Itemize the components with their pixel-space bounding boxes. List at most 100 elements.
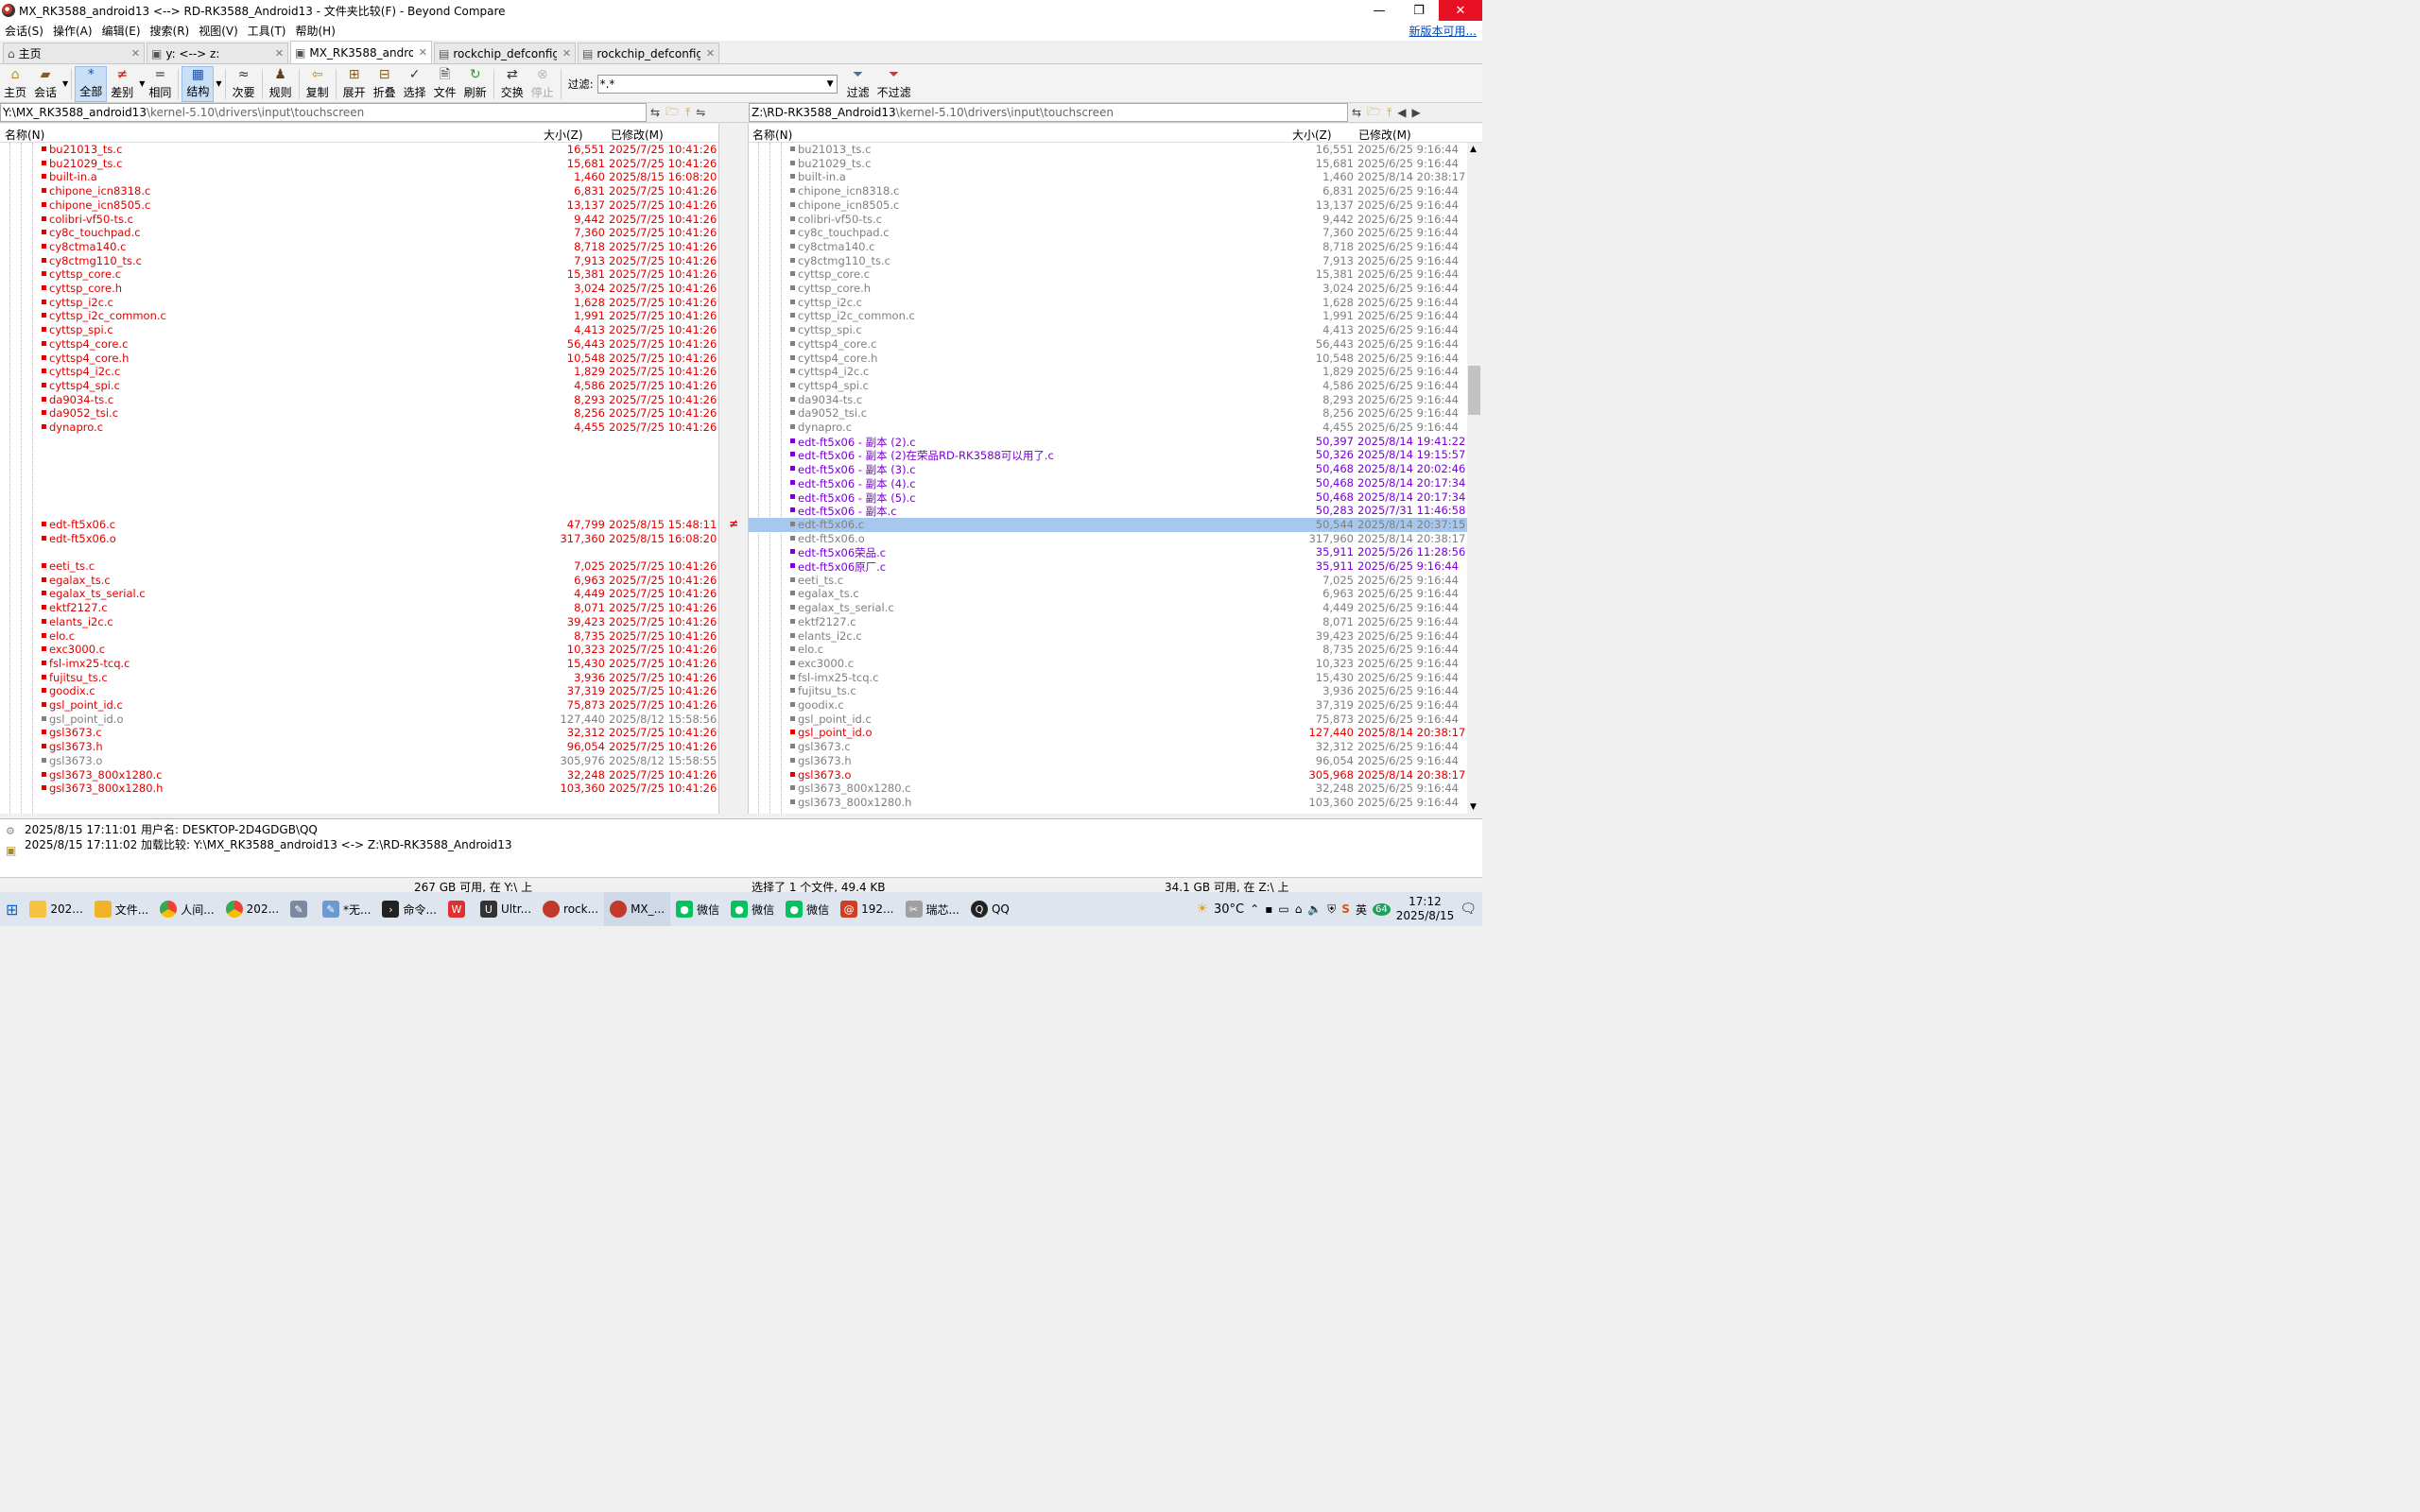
file-row[interactable]: cyttsp4_core.h 10,548 2025/6/25 9:16:44: [749, 352, 1467, 366]
taskbar-item[interactable]: › 命令...: [376, 892, 441, 926]
ime-icon[interactable]: S: [1341, 902, 1350, 916]
menu-help[interactable]: 帮助(H): [291, 23, 340, 39]
notification-icon[interactable]: 🗨: [1460, 902, 1477, 917]
file-row[interactable]: cyttsp_core.h 3,024 2025/7/25 10:41:26: [0, 282, 718, 296]
show-same-button[interactable]: = 相同: [145, 66, 175, 102]
file-row[interactable]: edt-ft5x06 - 副本 (4).c 50,468 2025/8/14 20:…: [749, 476, 1467, 490]
file-row[interactable]: edt-ft5x06荣品.c 35,911 2025/5/26 11:28:56: [749, 545, 1467, 559]
files-button[interactable]: 🗎 文件: [430, 66, 460, 102]
file-row[interactable]: edt-ft5x06 - 副本.c 50,283 2025/7/31 11:46:5…: [749, 504, 1467, 518]
file-row[interactable]: elants_i2c.c 39,423 2025/6/25 9:16:44: [749, 629, 1467, 644]
left-col-name[interactable]: 名称(N): [5, 127, 44, 143]
taskbar-item[interactable]: 人间...: [154, 892, 219, 926]
tab-mx-rk3588[interactable]: ▣ MX_RK3588_androi... ✕: [290, 41, 432, 63]
file-row[interactable]: exc3000.c 10,323 2025/6/25 9:16:44: [749, 657, 1467, 671]
file-row[interactable]: edt-ft5x06.o 317,360 2025/8/15 16:08:20: [0, 532, 718, 546]
tab-home[interactable]: ⌂ 主页 ✕: [3, 43, 145, 63]
file-row[interactable]: fsl-imx25-tcq.c 15,430 2025/7/25 10:41:26: [0, 657, 718, 671]
session-dropdown-arrow[interactable]: ▼: [62, 79, 68, 88]
file-row[interactable]: gsl3673_800x1280.c 32,248 2025/6/25 9:16:4…: [749, 782, 1467, 796]
ime-language[interactable]: 英: [1356, 902, 1367, 918]
file-row[interactable]: goodix.c 37,319 2025/6/25 9:16:44: [749, 698, 1467, 713]
file-row[interactable]: edt-ft5x06 - 副本 (5).c 50,468 2025/8/14 20:…: [749, 490, 1467, 505]
menu-edit[interactable]: 编辑(E): [97, 23, 146, 39]
file-row[interactable]: gsl3673.h 96,054 2025/7/25 10:41:26: [0, 740, 718, 754]
file-row[interactable]: da9052_tsi.c 8,256 2025/7/25 10:41:26: [0, 406, 718, 421]
taskbar-item[interactable]: ● 微信: [725, 892, 780, 926]
taskbar-item[interactable]: 文件...: [89, 892, 154, 926]
file-row[interactable]: edt-ft5x06.o 317,960 2025/8/14 20:38:17: [749, 532, 1467, 546]
file-row[interactable]: cyttsp_i2c.c 1,628 2025/6/25 9:16:44: [749, 296, 1467, 310]
menu-view[interactable]: 视图(V): [194, 23, 243, 39]
swap-button[interactable]: ⇄ 交换: [497, 66, 527, 102]
file-row[interactable]: ektf2127.c 8,071 2025/7/25 10:41:26: [0, 601, 718, 615]
vertical-scrollbar[interactable]: ▲ ▼: [1467, 143, 1482, 814]
file-row[interactable]: eeti_ts.c 7,025 2025/7/25 10:41:26: [0, 559, 718, 574]
close-icon[interactable]: ✕: [706, 47, 715, 60]
home-button[interactable]: ⌂ 主页: [0, 66, 30, 102]
scroll-up-arrow[interactable]: ▲: [1470, 145, 1477, 154]
file-row[interactable]: cyttsp4_spi.c 4,586 2025/6/25 9:16:44: [749, 379, 1467, 393]
show-all-button[interactable]: * 全部: [75, 65, 108, 102]
close-icon[interactable]: ✕: [275, 47, 284, 60]
scroll-thumb[interactable]: [1468, 366, 1480, 415]
tab-rockchip-defconfig-2[interactable]: ▤ rockchip_defconfig ... ✕: [578, 43, 719, 63]
file-row[interactable]: gsl3673.o 305,976 2025/8/12 15:58:55: [0, 754, 718, 768]
tray-badge[interactable]: 64: [1372, 902, 1391, 916]
file-row[interactable]: elo.c 8,735 2025/7/25 10:41:26: [0, 629, 718, 644]
filter-button[interactable]: ⏷ 过滤: [843, 66, 873, 102]
up-folder-icon[interactable]: ⤒: [1387, 106, 1392, 120]
file-row[interactable]: bu21029_ts.c 15,681 2025/6/25 9:16:44: [749, 157, 1467, 171]
restore-button[interactable]: ❐: [1399, 0, 1439, 21]
file-row[interactable]: dynapro.c 4,455 2025/6/25 9:16:44: [749, 421, 1467, 435]
file-row[interactable]: egalax_ts.c 6,963 2025/6/25 9:16:44: [749, 587, 1467, 601]
file-row[interactable]: da9052_tsi.c 8,256 2025/6/25 9:16:44: [749, 406, 1467, 421]
taskbar-item[interactable]: @192...: [835, 892, 899, 926]
file-row[interactable]: cyttsp4_i2c.c 1,829 2025/6/25 9:16:44: [749, 365, 1467, 379]
file-row[interactable]: cyttsp_i2c_common.c 1,991 2025/6/25 9:16:4…: [749, 309, 1467, 323]
file-row[interactable]: gsl_point_id.o 127,440 2025/8/14 20:38:17: [749, 726, 1467, 740]
file-row[interactable]: da9034-ts.c 8,293 2025/6/25 9:16:44: [749, 393, 1467, 407]
unfilter-button[interactable]: ⏷ 不过滤: [873, 66, 915, 102]
expand-button[interactable]: ⊞ 展开: [339, 66, 370, 102]
file-row[interactable]: cyttsp4_core.c 56,443 2025/6/25 9:16:44: [749, 337, 1467, 352]
file-row[interactable]: cyttsp4_i2c.c 1,829 2025/7/25 10:41:26: [0, 365, 718, 379]
file-row[interactable]: cyttsp_spi.c 4,413 2025/6/25 9:16:44: [749, 323, 1467, 337]
taskbar-item[interactable]: ● 微信: [780, 892, 835, 926]
clock[interactable]: 17:12 2025/8/15: [1396, 895, 1455, 923]
file-row[interactable]: edt-ft5x06.c 47,799 2025/8/15 15:48:11: [0, 518, 718, 532]
menu-session[interactable]: 会话(S): [0, 23, 48, 39]
start-button[interactable]: ⊞: [0, 892, 24, 926]
security-icon[interactable]: ⛨: [1327, 902, 1336, 917]
close-icon[interactable]: ✕: [131, 47, 140, 60]
menu-search[interactable]: 搜索(R): [146, 23, 195, 39]
file-row[interactable]: egalax_ts_serial.c 4,449 2025/7/25 10:41:2…: [0, 587, 718, 601]
new-version-link[interactable]: 新版本可用...: [1409, 23, 1482, 39]
file-row[interactable]: colibri-vf50-ts.c 9,442 2025/7/25 10:41:26: [0, 213, 718, 227]
network-icon[interactable]: ⌂: [1295, 902, 1303, 916]
close-icon[interactable]: ✕: [562, 47, 571, 60]
file-row[interactable]: cy8c_touchpad.c 7,360 2025/6/25 9:16:44: [749, 226, 1467, 240]
weather-temp[interactable]: 30°C: [1214, 902, 1244, 917]
chevron-up-icon[interactable]: ⌃: [1250, 902, 1259, 916]
file-row[interactable]: cyttsp_core.h 3,024 2025/6/25 9:16:44: [749, 282, 1467, 296]
taskbar-item[interactable]: 202...: [24, 892, 88, 926]
right-col-name[interactable]: 名称(N): [752, 127, 792, 143]
file-row[interactable]: bu21013_ts.c 16,551 2025/7/25 10:41:26: [0, 143, 718, 157]
history-icon[interactable]: ⇆: [650, 106, 660, 119]
file-row[interactable]: egalax_ts_serial.c 4,449 2025/6/25 9:16:44: [749, 601, 1467, 615]
session-button[interactable]: ▰ 会话: [30, 66, 60, 102]
file-row[interactable]: gsl3673_800x1280.c 32,248 2025/7/25 10:41:…: [0, 768, 718, 782]
log-save-icon[interactable]: ▣: [6, 844, 16, 857]
file-row[interactable]: eeti_ts.c 7,025 2025/6/25 9:16:44: [749, 574, 1467, 588]
refresh-button[interactable]: ↻ 刷新: [460, 66, 491, 102]
select-button[interactable]: ✓ 选择: [400, 66, 430, 102]
taskbar-item[interactable]: rock...: [537, 892, 604, 926]
file-row[interactable]: da9034-ts.c 8,293 2025/7/25 10:41:26: [0, 393, 718, 407]
show-diff-button[interactable]: ≠ 差别: [107, 66, 137, 102]
right-col-modified[interactable]: 已修改(M): [1358, 127, 1411, 143]
taskbar-item[interactable]: U Ultr...: [475, 892, 537, 926]
file-row[interactable]: fujitsu_ts.c 3,936 2025/6/25 9:16:44: [749, 684, 1467, 698]
file-row[interactable]: bu21029_ts.c 15,681 2025/7/25 10:41:26: [0, 157, 718, 171]
right-file-pane[interactable]: bu21013_ts.c 16,551 2025/6/25 9:16:44 bu210…: [749, 143, 1467, 814]
